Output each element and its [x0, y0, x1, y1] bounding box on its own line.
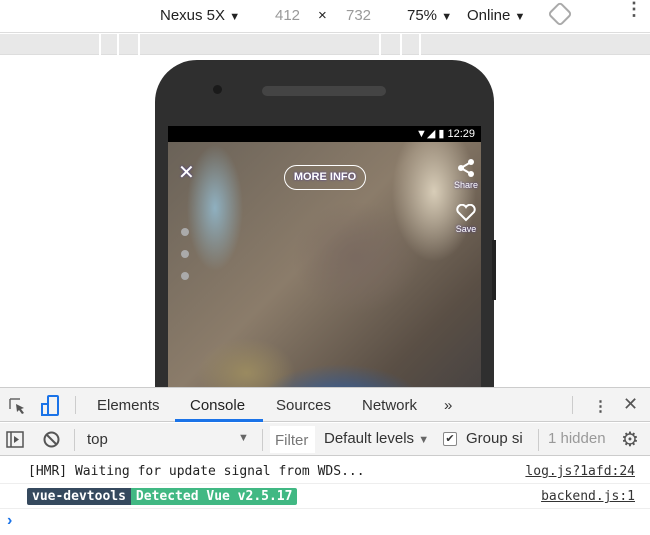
- tab-sources[interactable]: Sources: [276, 397, 331, 414]
- more-info-button[interactable]: MORE INFO: [284, 165, 366, 190]
- tab-network[interactable]: Network: [362, 397, 417, 414]
- zoom-select[interactable]: 75% ▼: [407, 7, 452, 24]
- vue-version-badge: Detected Vue v2.5.17: [130, 488, 298, 505]
- device-label: Nexus 5X: [160, 7, 226, 24]
- chevron-down-icon: ▼: [514, 11, 526, 23]
- devtools-panel: Elements Console Sources Network » ⋮ ✕ t…: [0, 387, 650, 534]
- status-bar: ▼◢ ▮ 12:29: [168, 126, 481, 142]
- media-query-bar[interactable]: [0, 34, 650, 55]
- background-photo: ✕ MORE INFO Share Save: [168, 142, 481, 387]
- chevron-down-icon: ▼: [441, 11, 453, 23]
- devtools-menu-icon[interactable]: ⋮: [593, 397, 608, 415]
- share-icon: [458, 159, 474, 177]
- tab-elements[interactable]: Elements: [97, 397, 160, 414]
- console-message: [HMR] Waiting for update signal from WDS…: [0, 460, 650, 484]
- device-toggle-icon[interactable]: [40, 395, 60, 417]
- save-label: Save: [455, 224, 477, 234]
- inspect-element-icon[interactable]: [8, 397, 26, 415]
- rotate-icon[interactable]: [547, 1, 573, 27]
- camera: [213, 85, 222, 94]
- console-prompt[interactable]: ›: [0, 510, 650, 535]
- status-icons: ▼◢ ▮: [415, 128, 445, 140]
- pager-dot[interactable]: [181, 228, 189, 236]
- tab-console[interactable]: Console: [190, 397, 245, 414]
- zoom-label: 75%: [407, 7, 438, 24]
- chevron-down-icon: ▼: [229, 11, 241, 23]
- width-input[interactable]: 412: [275, 7, 300, 24]
- share-button[interactable]: Share: [452, 158, 480, 190]
- console-toolbar: top ▼ Filter Default levels ▼ ✔ Group si…: [0, 423, 650, 456]
- close-icon[interactable]: ✕: [178, 160, 195, 185]
- active-tab-indicator: [175, 419, 263, 422]
- side-button: [492, 240, 496, 300]
- throttle-select[interactable]: Online ▼: [467, 7, 525, 24]
- filter-input[interactable]: Filter: [270, 426, 315, 453]
- chevron-down-icon: ▼: [418, 434, 430, 446]
- context-select[interactable]: top ▼: [80, 426, 258, 452]
- vue-devtools-badge: vue-devtools: [27, 488, 131, 505]
- device-select[interactable]: Nexus 5X ▼: [160, 7, 240, 24]
- settings-gear-icon[interactable]: ⚙: [621, 427, 639, 452]
- pager-dot[interactable]: [181, 272, 189, 280]
- log-levels-select[interactable]: Default levels ▼: [324, 430, 429, 447]
- status-time: 12:29: [447, 128, 475, 140]
- levels-label: Default levels: [324, 430, 415, 447]
- prompt-chevron-icon: ›: [7, 512, 13, 529]
- phone-screen[interactable]: ▼◢ ▮ 12:29 ✕ MORE INFO Share Save: [168, 126, 481, 387]
- speaker: [262, 86, 386, 96]
- pager-dot[interactable]: [181, 250, 189, 258]
- dimension-separator: ×: [318, 7, 327, 24]
- save-button[interactable]: Save: [452, 203, 480, 234]
- heart-icon: [456, 203, 476, 222]
- throttle-label: Online: [467, 7, 511, 24]
- height-input[interactable]: 732: [346, 7, 371, 24]
- message-text: [HMR] Waiting for update signal from WDS…: [28, 464, 365, 479]
- more-options-icon[interactable]: ⋮: [625, 0, 643, 18]
- more-tabs-icon[interactable]: »: [444, 397, 452, 414]
- console-message: vue-devtools Detected Vue v2.5.17 backend…: [0, 485, 650, 509]
- sidebar-toggle-icon[interactable]: [6, 431, 24, 448]
- device-toolbar: Nexus 5X ▼ 412 × 732 75% ▼ Online ▼ ⋮: [0, 0, 650, 33]
- close-devtools-icon[interactable]: ✕: [623, 394, 638, 415]
- clear-console-icon[interactable]: [43, 431, 60, 448]
- group-similar-label: Group si: [466, 430, 523, 447]
- context-label: top: [87, 431, 108, 448]
- source-link[interactable]: backend.js:1: [541, 485, 635, 509]
- devtools-tabbar: Elements Console Sources Network » ⋮ ✕: [0, 388, 650, 422]
- phone-frame: ▼◢ ▮ 12:29 ✕ MORE INFO Share Save: [155, 60, 496, 387]
- chevron-down-icon: ▼: [238, 432, 249, 444]
- device-viewport: ▼◢ ▮ 12:29 ✕ MORE INFO Share Save: [0, 56, 650, 387]
- source-link[interactable]: log.js?1afd:24: [525, 460, 635, 484]
- hidden-count: 1 hidden: [548, 430, 606, 447]
- group-similar-checkbox[interactable]: ✔: [443, 432, 457, 446]
- share-label: Share: [453, 180, 479, 190]
